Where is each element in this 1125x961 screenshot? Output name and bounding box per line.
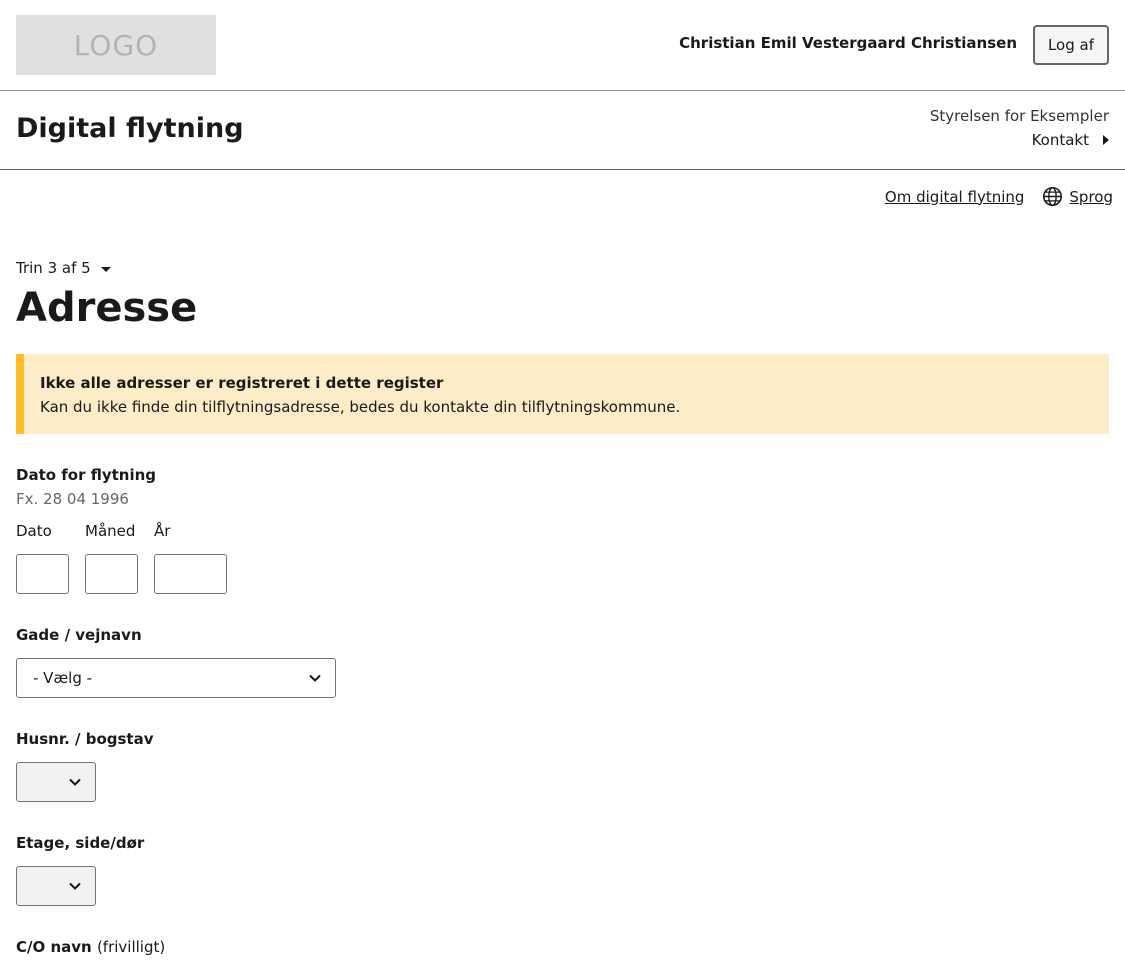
move-date-label: Dato for flytning — [16, 466, 157, 484]
app-title: Digital flytning — [16, 113, 244, 144]
step-indicator[interactable]: Trin 3 af 5 — [16, 259, 111, 277]
floor-label: Etage, side/dør — [16, 834, 145, 852]
move-date-hint: Fx. 28 04 1996 — [16, 490, 129, 508]
street-selected-value: - Vælg - — [33, 669, 93, 687]
day-label: Dato — [16, 522, 52, 540]
year-label: År — [154, 522, 171, 540]
day-input[interactable] — [16, 554, 69, 594]
caret-right-icon — [1103, 135, 1109, 145]
user-name: Christian Emil Vestergaard Christiansen — [679, 34, 1017, 52]
street-label: Gade / vejnavn — [16, 626, 142, 644]
contact-label: Kontakt — [1031, 131, 1089, 149]
chevron-down-icon — [69, 882, 81, 890]
house-number-select[interactable] — [16, 762, 96, 802]
language-label: Sprog — [1069, 187, 1113, 206]
secondary-nav: Om digital flytning Sprog — [885, 186, 1113, 207]
year-input[interactable] — [154, 554, 227, 594]
co-name-label: C/O navn (frivilligt) — [16, 938, 165, 956]
month-label: Måned — [85, 522, 136, 540]
alert-title: Ikke alle adresser er registreret i dett… — [40, 374, 444, 392]
info-alert: Ikke alle adresser er registreret i dett… — [16, 354, 1109, 434]
chevron-down-icon — [309, 674, 321, 682]
chevron-down-icon — [69, 778, 81, 786]
month-input[interactable] — [85, 554, 138, 594]
co-name-optional: (frivilligt) — [96, 938, 166, 956]
language-button[interactable]: Sprog — [1042, 186, 1113, 207]
page-title: Adresse — [16, 285, 198, 331]
floor-select[interactable] — [16, 866, 96, 906]
logo: LOGO — [16, 15, 216, 75]
co-name-label-text: C/O navn — [16, 938, 92, 956]
about-link[interactable]: Om digital flytning — [885, 188, 1024, 206]
header-bar: Digital flytning Styrelsen for Eksempler… — [0, 91, 1125, 170]
caret-down-icon — [100, 267, 111, 272]
alert-text: Kan du ikke finde din tilflytningsadress… — [40, 398, 681, 416]
street-select[interactable]: - Vælg - — [16, 658, 336, 698]
authority-name: Styrelsen for Eksempler — [929, 107, 1109, 125]
globe-icon — [1043, 186, 1063, 207]
top-bar: LOGO Christian Emil Vestergaard Christia… — [0, 0, 1125, 91]
contact-link[interactable]: Kontakt — [1032, 131, 1109, 149]
house-number-label: Husnr. / bogstav — [16, 730, 154, 748]
step-label: Trin 3 af 5 — [16, 259, 91, 277]
logout-button[interactable]: Log af — [1033, 25, 1109, 65]
